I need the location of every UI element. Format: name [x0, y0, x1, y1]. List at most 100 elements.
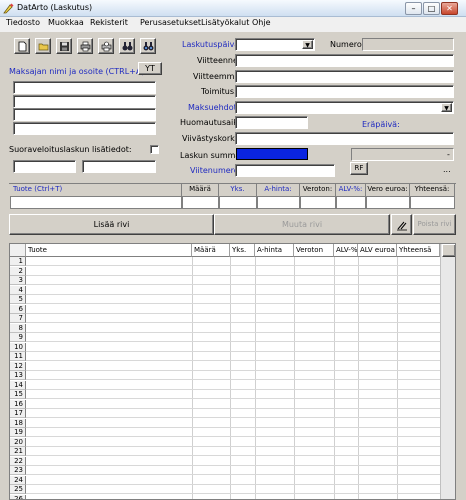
menu-tiedosto[interactable]: Tiedosto	[6, 18, 40, 27]
grid-scrollbar[interactable]	[440, 244, 455, 499]
grid-row-number[interactable]: 14	[10, 380, 26, 390]
table-row[interactable]	[26, 305, 440, 314]
grid-row-number[interactable]: 2	[10, 266, 26, 276]
direct-debit-field-2[interactable]	[82, 160, 156, 173]
table-row[interactable]	[26, 400, 440, 409]
table-row[interactable]	[26, 333, 440, 342]
invoice-date-picker[interactable]: ▼	[235, 38, 315, 51]
table-row[interactable]	[26, 381, 440, 390]
grid-header-unit-price[interactable]: A-hinta	[255, 244, 294, 257]
menu-perusasetukset[interactable]: Perusasetukset	[140, 18, 201, 27]
yt-button[interactable]: YT	[138, 62, 162, 75]
customer-address-line-1[interactable]	[13, 95, 156, 108]
table-row[interactable]	[26, 257, 440, 266]
table-row[interactable]	[26, 419, 440, 428]
grid-row-number[interactable]: 9	[10, 333, 26, 342]
entry-unit-price-input[interactable]	[257, 196, 300, 209]
notice-time-field[interactable]	[235, 116, 308, 129]
table-row[interactable]	[26, 314, 440, 323]
clear-row-button[interactable]	[391, 214, 412, 235]
grid-row-number[interactable]: 25	[10, 485, 26, 494]
payment-terms-select[interactable]: ▼	[235, 101, 454, 114]
chevron-down-icon[interactable]: ▼	[441, 103, 452, 112]
table-row[interactable]	[26, 267, 440, 276]
add-row-button[interactable]: Lisää rivi	[9, 214, 214, 235]
menu-ohje[interactable]: Ohje	[252, 18, 271, 27]
grid-row-number[interactable]: 8	[10, 323, 26, 333]
grid-row-number[interactable]: 19	[10, 428, 26, 437]
print-button[interactable]	[77, 38, 93, 54]
grid-row-number[interactable]: 15	[10, 390, 26, 399]
menu-rekisterit[interactable]: Rekisterit	[90, 18, 128, 27]
table-row[interactable]	[26, 476, 440, 485]
customer-address-line-3[interactable]	[13, 122, 156, 135]
entry-quantity-input[interactable]	[182, 196, 219, 209]
delivery-field[interactable]	[235, 85, 454, 98]
menu-muokkaa[interactable]: Muokkaa	[48, 18, 84, 27]
grid-header-net[interactable]: Veroton	[294, 244, 334, 257]
table-row[interactable]	[26, 495, 440, 500]
grid-header-total[interactable]: Yhteensä	[397, 244, 440, 257]
ref-number-field[interactable]	[235, 164, 335, 177]
table-row[interactable]	[26, 485, 440, 494]
grid-header-quantity[interactable]: Määrä	[192, 244, 230, 257]
grid-row-number[interactable]: 26	[10, 494, 26, 499]
find-next-button[interactable]	[140, 38, 156, 54]
table-row[interactable]	[26, 390, 440, 399]
find-button[interactable]	[119, 38, 135, 54]
table-row[interactable]	[26, 457, 440, 466]
table-row[interactable]	[26, 343, 440, 352]
grid-header-product[interactable]: Tuote	[26, 244, 192, 257]
table-row[interactable]	[26, 447, 440, 456]
customer-address-line-2[interactable]	[13, 108, 156, 121]
entry-net-input[interactable]	[300, 196, 336, 209]
table-row[interactable]	[26, 428, 440, 437]
maximize-button[interactable]: □	[423, 2, 440, 15]
table-row[interactable]	[26, 295, 440, 304]
close-button[interactable]: ✕	[441, 2, 458, 15]
print-preview-button[interactable]	[98, 38, 114, 54]
our-reference-field[interactable]	[235, 70, 454, 83]
grid-row-number[interactable]: 20	[10, 437, 26, 447]
grid-row-number[interactable]: 23	[10, 466, 26, 475]
grid-row-number[interactable]: 17	[10, 409, 26, 418]
grid-row-number[interactable]: 10	[10, 342, 26, 352]
grid-row-number[interactable]: 6	[10, 304, 26, 314]
grid-header-vat-euro[interactable]: ALV euroa	[358, 244, 397, 257]
entry-vat-percent-input[interactable]	[336, 196, 366, 209]
table-row[interactable]	[26, 371, 440, 380]
grid-row-number[interactable]: 18	[10, 418, 26, 428]
grid-row-number[interactable]: 22	[10, 456, 26, 466]
grid-row-number[interactable]: 16	[10, 399, 26, 409]
grid-row-number[interactable]: 24	[10, 475, 26, 485]
table-row[interactable]	[26, 352, 440, 361]
grid-row-number[interactable]: 4	[10, 285, 26, 295]
direct-debit-checkbox[interactable]	[150, 145, 159, 154]
grid-row-number[interactable]: 5	[10, 295, 26, 304]
scrollbar-thumb[interactable]	[442, 244, 455, 257]
table-row[interactable]	[26, 362, 440, 371]
entry-total-input[interactable]	[410, 196, 455, 209]
your-reference-field[interactable]	[235, 54, 454, 67]
chevron-down-icon[interactable]: ▼	[302, 40, 313, 49]
direct-debit-field-1[interactable]	[13, 160, 76, 173]
minimize-button[interactable]: –	[405, 2, 422, 15]
rf-button[interactable]: RF	[350, 162, 368, 175]
menu-lisatyokalut[interactable]: Lisätyökalut	[201, 18, 249, 27]
entry-product-input[interactable]	[10, 196, 182, 209]
grid-row-number[interactable]: 7	[10, 314, 26, 323]
edit-row-button[interactable]: Muuta rivi	[214, 214, 390, 235]
grid-row-number[interactable]: 1	[10, 257, 26, 266]
customer-name-field[interactable]	[13, 81, 156, 94]
grid-row-number[interactable]: 3	[10, 276, 26, 285]
table-row[interactable]	[26, 438, 440, 447]
grid-header-unit[interactable]: Yks.	[230, 244, 255, 257]
penalty-interest-field[interactable]	[235, 132, 454, 145]
save-button[interactable]	[56, 38, 72, 54]
entry-vat-euro-input[interactable]	[366, 196, 410, 209]
grid-row-number[interactable]: 11	[10, 352, 26, 361]
grid-row-number[interactable]: 21	[10, 447, 26, 456]
delete-row-button[interactable]: Poista rivi	[413, 214, 456, 235]
grid-header-vat-percent[interactable]: ALV-%	[334, 244, 358, 257]
open-button[interactable]	[35, 38, 51, 54]
